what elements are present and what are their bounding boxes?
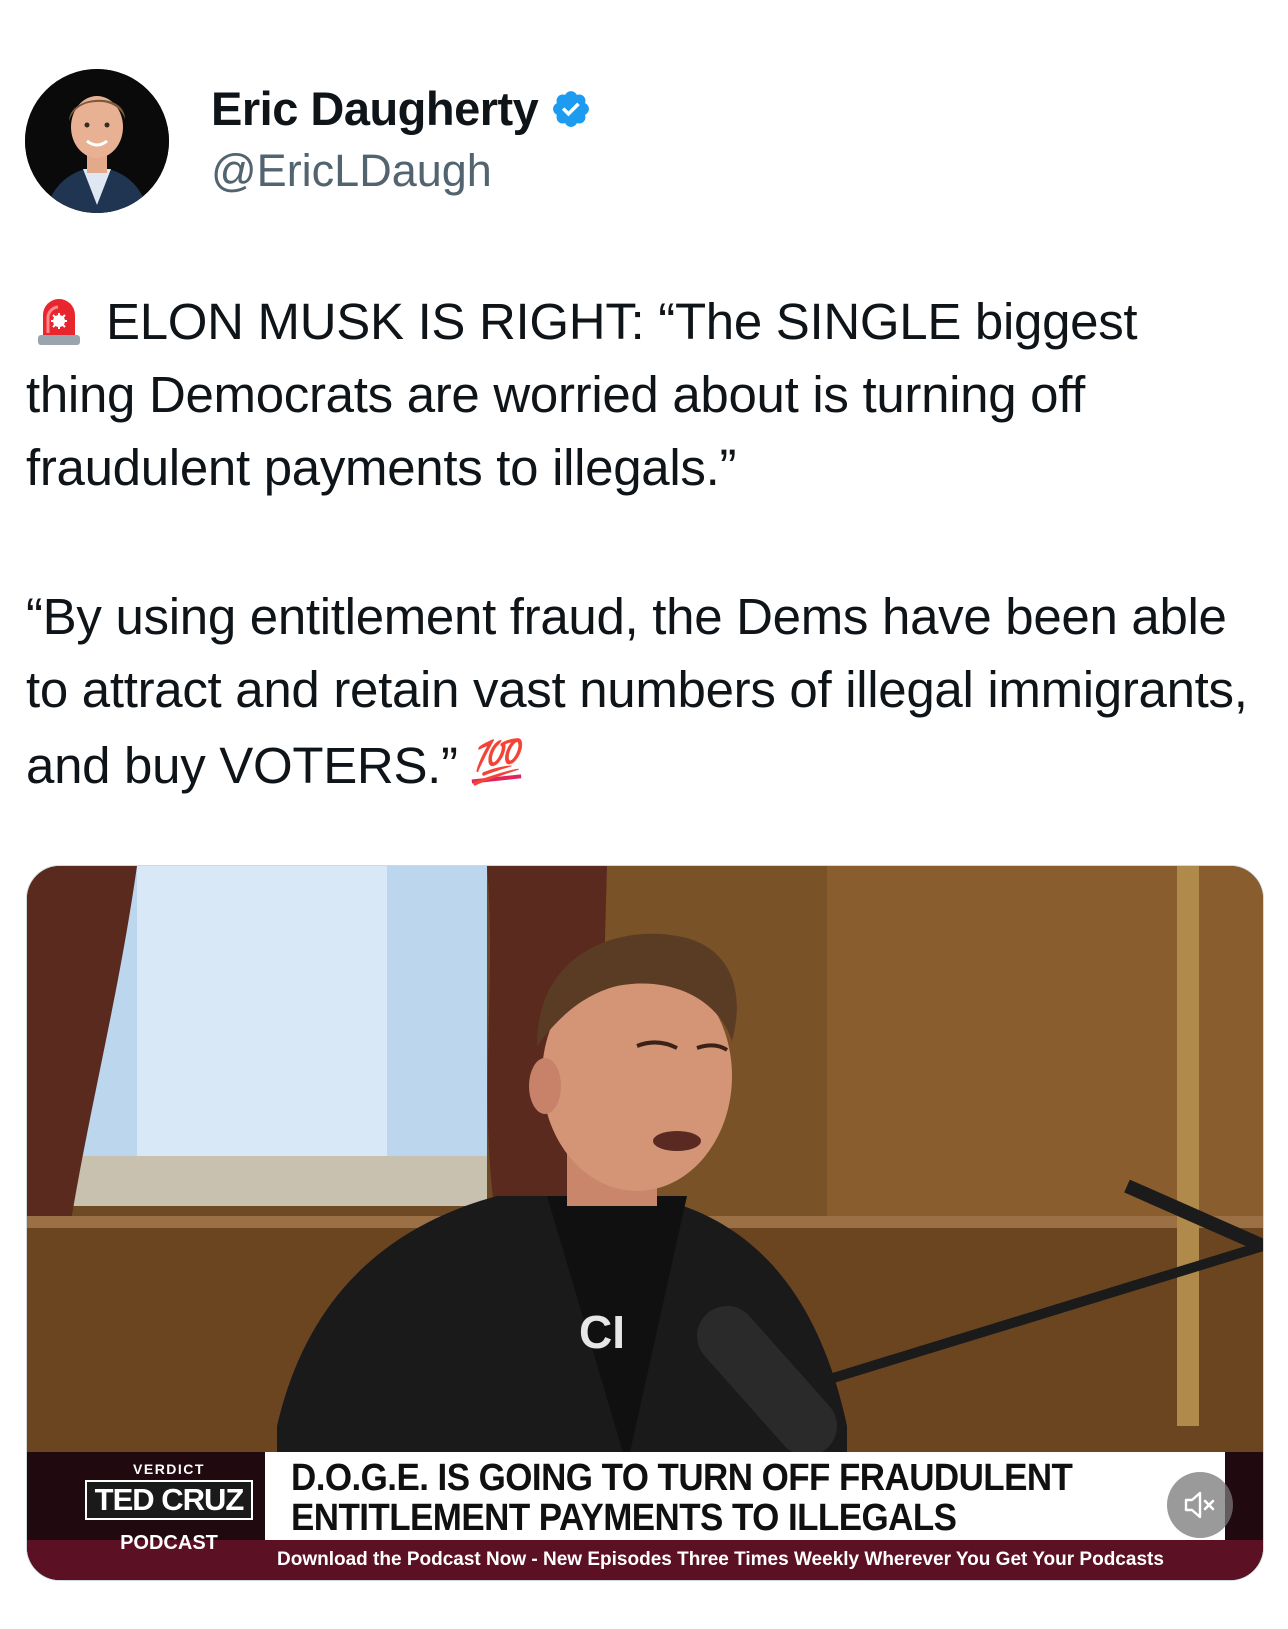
paragraph-2-text: “By using entitlement fraud, the Dems ha… [26,588,1248,794]
tweet-video[interactable]: CI VERDICT TED CRUZ PODCAST D.O.G.E. IS … [26,865,1264,1581]
lower-third: VERDICT TED CRUZ PODCAST D.O.G.E. IS GOI… [27,1452,1263,1580]
name-row: Eric Daugherty [211,81,592,137]
siren-icon [34,293,84,345]
headline-box: D.O.G.E. IS GOING TO TURN OFF FRAUDULENT… [265,1452,1225,1540]
hundred-emoji: 💯 [467,737,522,787]
tweet-text-paragraph-2: “By using entitlement fraud, the Dems ha… [26,580,1256,802]
tweet-text-paragraph-1: ELON MUSK IS RIGHT: “The SINGLE biggest … [26,285,1256,504]
logo-podcast-text: PODCAST [120,1532,218,1554]
paragraph-1-text: ELON MUSK IS RIGHT: “The SINGLE biggest … [26,293,1138,496]
ticker-text: Download the Podcast Now - New Episodes … [265,1540,1263,1580]
avatar-photo [25,68,169,213]
author-display-name[interactable]: Eric Daugherty [211,81,539,137]
avatar[interactable] [25,68,169,213]
mute-button[interactable] [1167,1472,1233,1538]
speaker-muted-icon [1184,1491,1215,1519]
headline-line-1: D.O.G.E. IS GOING TO TURN OFF FRAUDULENT [291,1457,1073,1499]
logo-name-text: TED CRUZ [85,1480,253,1520]
verified-badge-icon [550,88,592,130]
tweet: Eric Daugherty @EricLDaugh ELON MUSK IS … [0,0,1288,1629]
author-handle[interactable]: @EricLDaugh [211,141,592,201]
logo-verdict-text: VERDICT [133,1461,205,1477]
verdict-logo: VERDICT TED CRUZ PODCAST [85,1460,253,1560]
tweet-header: Eric Daugherty @EricLDaugh [25,68,592,213]
shirt-text: CI [579,1306,625,1358]
headline-line-2: ENTITLEMENT PAYMENTS TO ILLEGALS [291,1497,957,1539]
author-names: Eric Daugherty @EricLDaugh [211,81,592,201]
